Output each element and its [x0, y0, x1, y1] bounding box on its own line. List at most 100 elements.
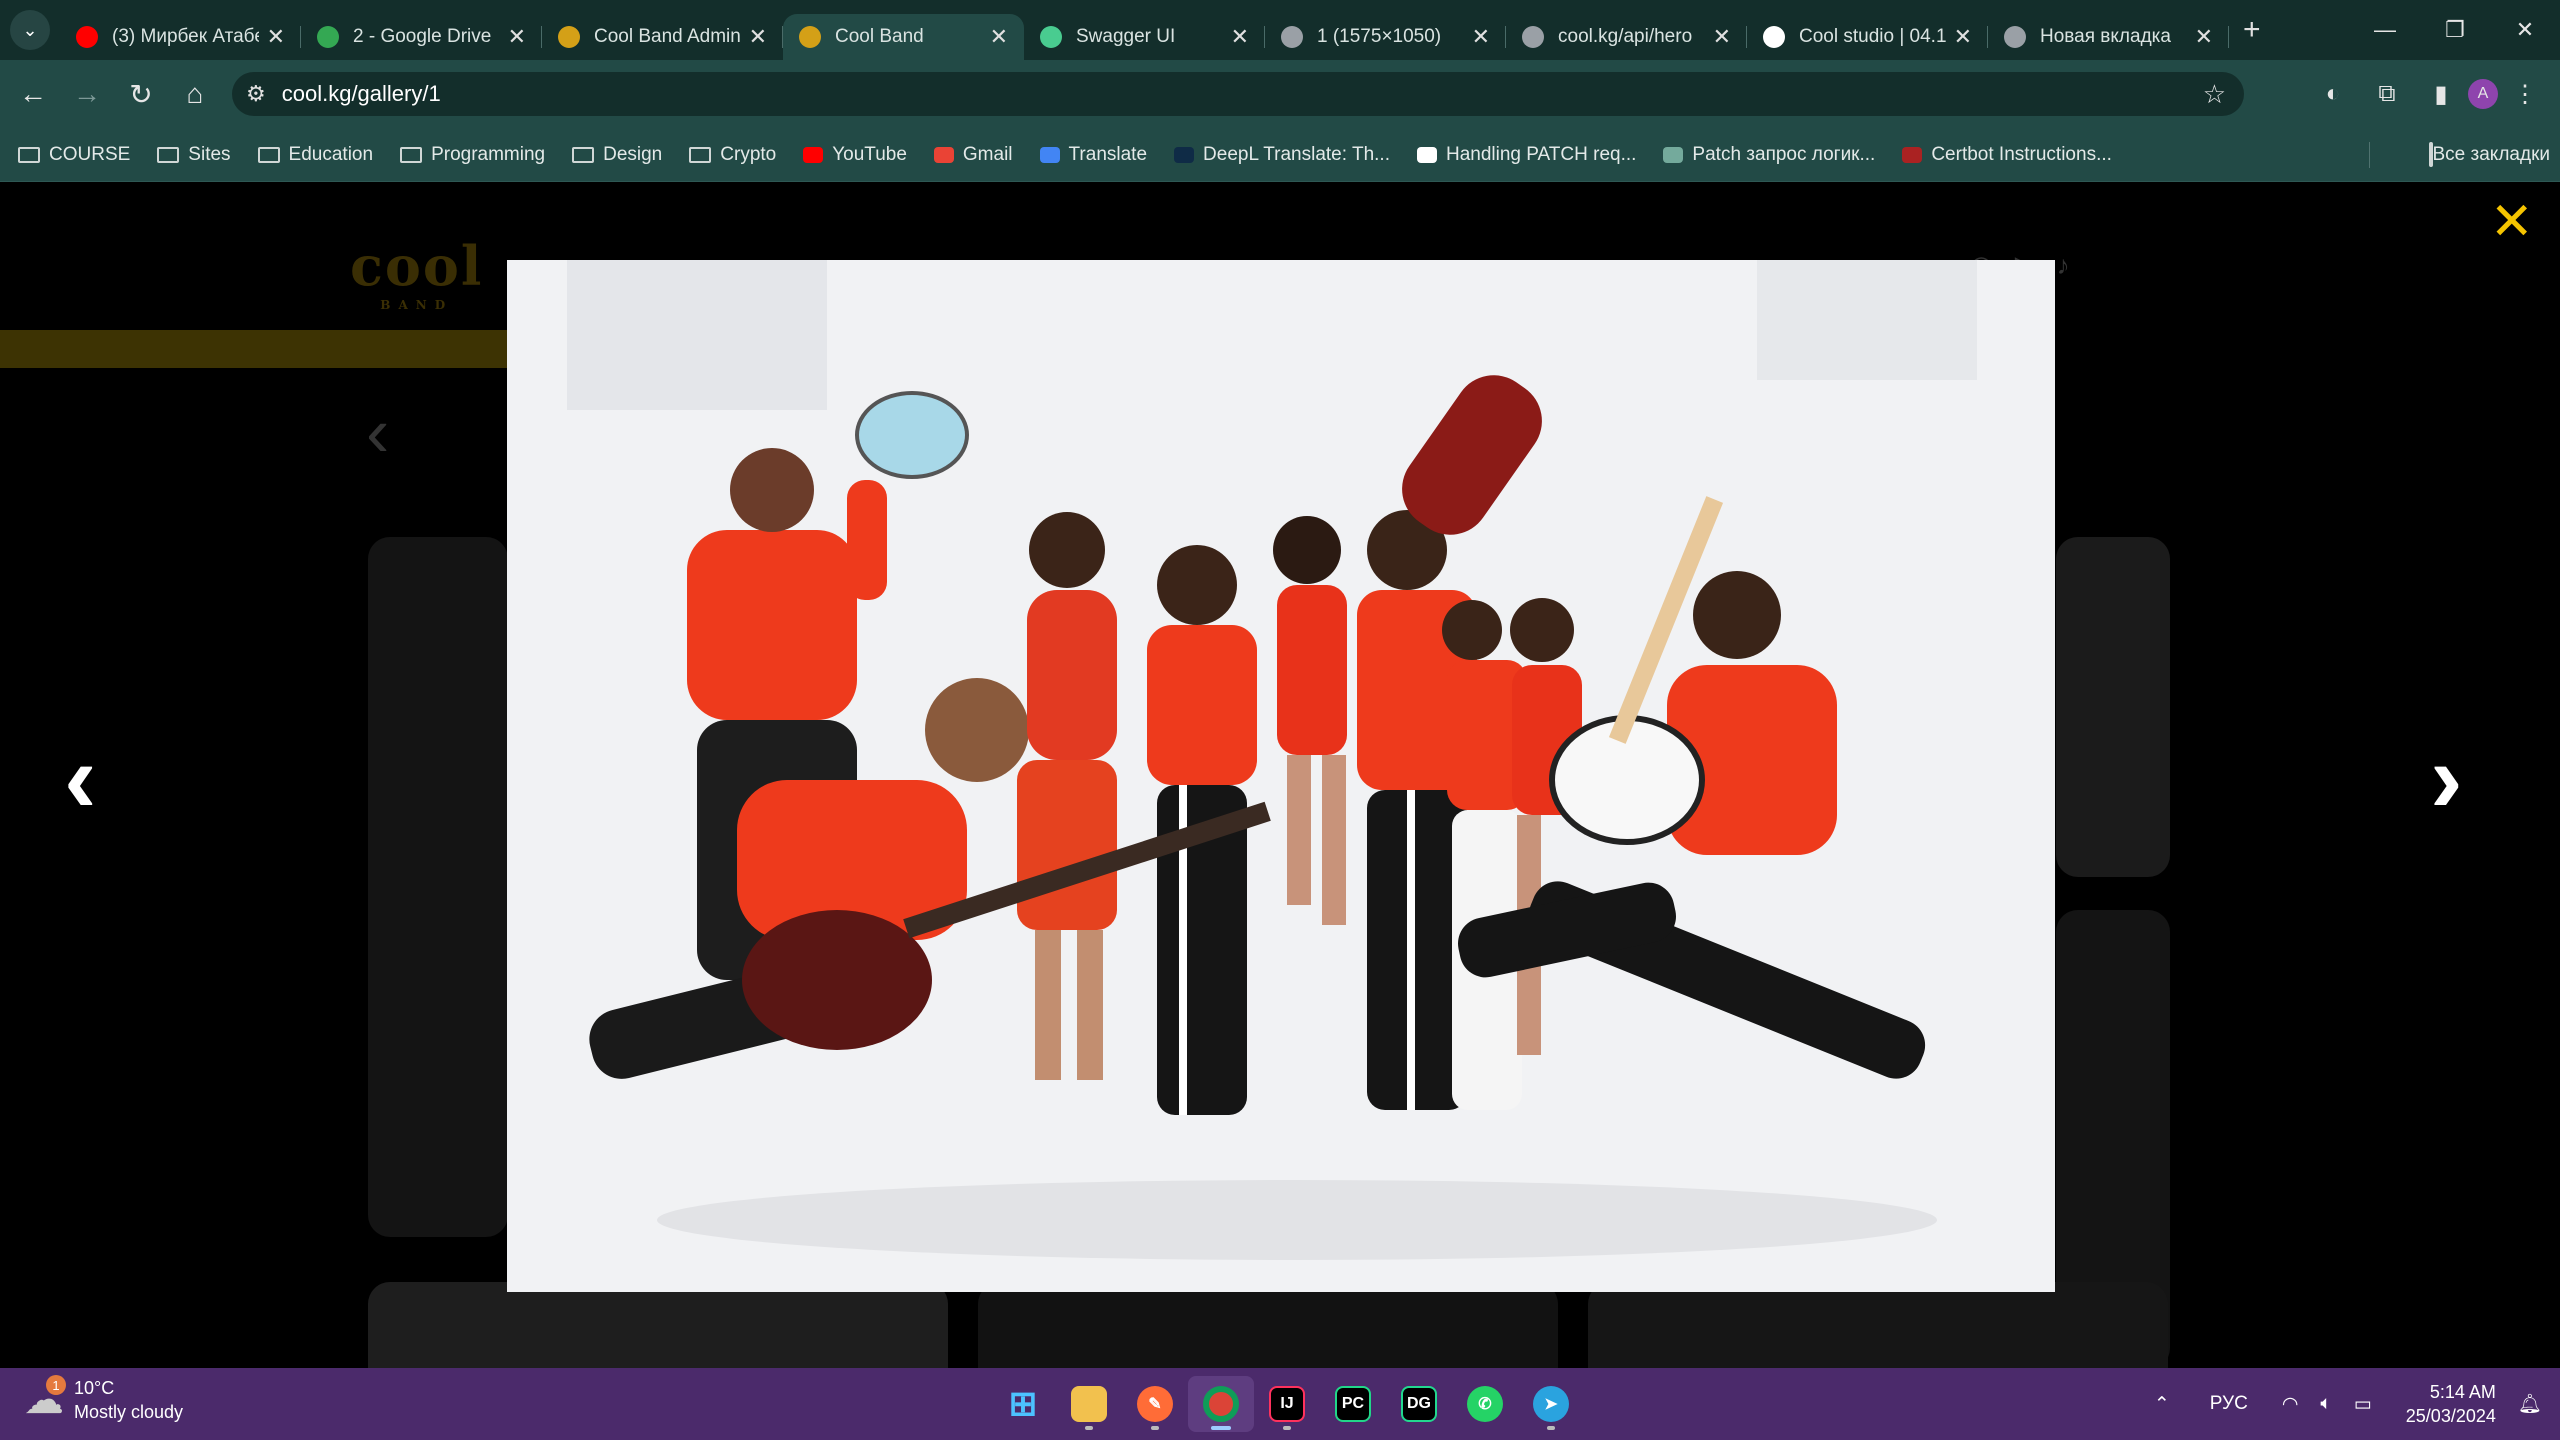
taskbar-intellij[interactable]: IJ — [1254, 1376, 1320, 1432]
gmail-icon — [933, 146, 954, 163]
forward-icon[interactable]: → — [60, 78, 114, 110]
bookmark-star-icon[interactable]: ☆ — [2203, 79, 2226, 110]
browser-tab[interactable]: Новая вкладка ✕ — [1988, 14, 2229, 60]
bookmark-label: Programming — [431, 143, 546, 165]
bookmark-item[interactable]: Gmail — [933, 144, 1013, 166]
folder-icon — [400, 145, 423, 165]
close-icon[interactable]: ✕ — [2490, 192, 2534, 252]
chevron-left-icon[interactable]: ‹ — [64, 722, 97, 835]
taskbar-chrome[interactable] — [1188, 1376, 1254, 1432]
browser-tab[interactable]: Cool Band ✕ — [783, 14, 1024, 60]
performance-icon[interactable]: ◐ — [2306, 80, 2360, 108]
chevron-right-icon[interactable]: › — [2430, 722, 2463, 835]
extensions-icon[interactable]: ⧉ — [2360, 80, 2414, 108]
bookmark-item[interactable]: Patch запрос логик... — [1663, 144, 1875, 166]
taskbar-datagrip[interactable]: DG — [1386, 1376, 1452, 1432]
browser-tab[interactable]: Swagger UI ✕ — [1024, 14, 1265, 60]
browser-tab[interactable]: Cool studio | 04.1 ✕ — [1747, 14, 1988, 60]
bookmark-label: DeepL Translate: Th... — [1203, 143, 1390, 165]
gallery-card[interactable] — [368, 537, 508, 1237]
bookmarks-divider — [2369, 142, 2370, 168]
browser-tab[interactable]: (3) Мирбек Атабеков ✕ — [60, 14, 301, 60]
side-panel-icon[interactable]: ▮ — [2414, 80, 2468, 109]
bookmark-label: Certbot Instructions... — [1931, 143, 2112, 165]
chrome-icon — [2004, 26, 2026, 48]
gallery-card[interactable] — [978, 1282, 1558, 1368]
bookmark-item[interactable]: Certbot Instructions... — [1902, 144, 2112, 166]
bookmark-label: Translate — [1068, 143, 1148, 165]
google-drive-icon — [317, 26, 339, 48]
battery-icon[interactable]: ▭ — [2354, 1393, 2372, 1416]
close-window-icon[interactable]: ✕ — [2490, 17, 2560, 43]
page-viewport: coolBAND ◎ ▶ ♪ ‹ — [0, 182, 2560, 1368]
site-logo[interactable]: cool BAND — [350, 234, 483, 312]
language-indicator[interactable]: РУС — [2210, 1393, 2248, 1415]
bookmark-item[interactable]: COURSE — [18, 144, 130, 166]
bookmark-item[interactable]: DeepL Translate: Th... — [1174, 144, 1390, 166]
bookmark-item[interactable]: Translate — [1039, 143, 1148, 166]
gallery-card[interactable] — [368, 1282, 948, 1368]
taskbar-whatsapp[interactable]: ✆ — [1452, 1376, 1518, 1432]
taskbar-pycharm[interactable]: PC — [1320, 1376, 1386, 1432]
tab-title: Новая вкладка — [2040, 26, 2171, 47]
folder-icon — [157, 145, 180, 165]
back-arrow-icon[interactable]: ‹ — [366, 392, 389, 472]
gallery-card[interactable] — [2056, 537, 2170, 877]
tab-close-icon[interactable]: ✕ — [1713, 24, 1731, 50]
taskbar-explorer[interactable] — [1056, 1376, 1122, 1432]
menu-kebab-icon[interactable]: ⋮ — [2498, 80, 2552, 109]
weather-widget[interactable]: ☁ 1 10°C Mostly cloudy — [24, 1375, 183, 1424]
folder-icon — [572, 145, 595, 165]
tab-close-icon[interactable]: ✕ — [1231, 24, 1249, 50]
taskbar-telegram[interactable]: ➤ — [1518, 1376, 1584, 1432]
all-bookmarks-button[interactable]: Все закладки — [2428, 128, 2550, 182]
bookmark-item[interactable]: Sites — [157, 144, 231, 166]
bookmark-item[interactable]: Design — [572, 144, 662, 166]
wifi-icon[interactable]: ◠ — [2282, 1393, 2299, 1416]
folder-icon — [2428, 142, 2433, 167]
folder-icon — [18, 145, 40, 165]
tab-close-icon[interactable]: ✕ — [508, 24, 526, 50]
tab-search-button[interactable]: ⌄ — [10, 10, 50, 50]
back-icon[interactable]: ← — [6, 78, 60, 110]
minimize-icon[interactable]: — — [2350, 17, 2420, 43]
pinned-apps: ⊞ ✎ IJ PC DG ✆ ➤ — [990, 1376, 1584, 1432]
tab-close-icon[interactable]: ✕ — [990, 24, 1008, 50]
tab-close-icon[interactable]: ✕ — [749, 24, 767, 50]
cloud-icon: ☁ 1 — [24, 1375, 66, 1423]
browser-tab[interactable]: cool.kg/api/hero ✕ — [1506, 14, 1747, 60]
browser-tab[interactable]: 1 (1575×1050) ✕ — [1265, 14, 1506, 60]
bookmark-item[interactable]: Education — [257, 144, 373, 166]
window-controls: — ❐ ✕ — [2350, 0, 2560, 60]
bookmark-item[interactable]: YouTube — [803, 144, 907, 166]
browser-tab[interactable]: 2 - Google Drive ✕ — [301, 14, 542, 60]
home-icon[interactable]: ⌂ — [168, 78, 222, 110]
tab-close-icon[interactable]: ✕ — [1954, 24, 1972, 50]
tab-title: Cool studio | 04.1 — [1799, 26, 1946, 47]
browser-tab[interactable]: Cool Band Admin ✕ — [542, 14, 783, 60]
tab-close-icon[interactable]: ✕ — [2195, 24, 2213, 50]
clock[interactable]: 5:14 AM 25/03/2024 — [2406, 1380, 2496, 1428]
weather-temp: 10°C — [74, 1378, 115, 1398]
bookmark-item[interactable]: Crypto — [689, 144, 776, 166]
gallery-card[interactable] — [1588, 1282, 2168, 1368]
certbot-icon — [1902, 146, 1923, 163]
site-info-icon[interactable]: ⚙ — [246, 81, 266, 107]
restore-icon[interactable]: ❐ — [2420, 17, 2490, 43]
profile-avatar[interactable]: A — [2468, 79, 2498, 109]
tab-close-icon[interactable]: ✕ — [1472, 24, 1490, 50]
start-button[interactable]: ⊞ — [990, 1376, 1056, 1432]
volume-icon[interactable]: 🔈︎ — [2320, 1393, 2331, 1415]
url-text[interactable]: cool.kg/gallery/1 — [282, 81, 441, 107]
address-bar[interactable]: ⚙ cool.kg/gallery/1 ☆ — [232, 72, 2244, 116]
tab-close-icon[interactable]: ✕ — [267, 24, 285, 50]
windows-icon: ⊞ — [1008, 1385, 1038, 1423]
chevron-up-icon[interactable]: ⌃ — [2154, 1393, 2170, 1416]
tiktok-icon[interactable]: ♪ — [2057, 250, 2070, 281]
reload-icon[interactable]: ↻ — [114, 78, 168, 111]
new-tab-button[interactable]: + — [2243, 13, 2261, 47]
taskbar-postman[interactable]: ✎ — [1122, 1376, 1188, 1432]
bookmark-item[interactable]: Programming — [400, 144, 545, 166]
bookmark-item[interactable]: Handling PATCH req... — [1416, 144, 1636, 166]
notifications-icon[interactable]: 🔔︎ — [2518, 1392, 2542, 1416]
